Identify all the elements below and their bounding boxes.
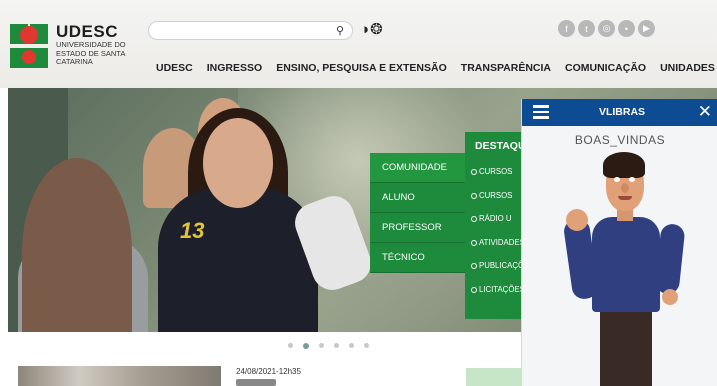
- news-thumbnail[interactable]: [18, 366, 221, 386]
- carousel-dots: [288, 343, 369, 349]
- close-icon[interactable]: ✕: [698, 102, 712, 122]
- carousel-dot[interactable]: [364, 343, 369, 348]
- news-title-snippet[interactable]: [236, 379, 276, 386]
- highlight-item[interactable]: LICITAÇÕES: [465, 278, 525, 302]
- menu-item-professor[interactable]: PROFESSOR: [370, 213, 465, 243]
- flickr-icon[interactable]: •: [618, 20, 635, 37]
- highlights-title: DESTAQUES: [475, 140, 540, 152]
- nav-item-ensino[interactable]: ENSINO, PESQUISA E EXTENSÃO: [276, 62, 447, 74]
- carousel-dot[interactable]: [334, 343, 339, 348]
- nav-item-unidades[interactable]: UNIDADES: [660, 62, 715, 74]
- news-date: 24/08/2021-12h35: [236, 367, 301, 376]
- globe-icon[interactable]: ❂: [370, 21, 384, 38]
- highlights-menu: DESTAQUES CURSOS CURSOS RÁDIO U ATIVIDAD…: [465, 132, 540, 319]
- highlight-item[interactable]: ATIVIDADES: [465, 231, 525, 255]
- udesc-logo[interactable]: UDESC UNIVERSIDADE DO ESTADO DE SANTA CA…: [10, 20, 126, 72]
- logo-title: UDESC: [56, 22, 119, 41]
- highlight-item[interactable]: CURSOS: [465, 184, 525, 208]
- carousel-dot[interactable]: [319, 343, 324, 348]
- site-header: UDESC UNIVERSIDADE DO ESTADO DE SANTA CA…: [0, 0, 717, 88]
- vlibras-header: VLIBRAS ✕: [522, 99, 717, 126]
- carousel-dot[interactable]: [288, 343, 293, 348]
- highlight-item[interactable]: RÁDIO U: [465, 207, 525, 231]
- facebook-icon[interactable]: f: [558, 20, 575, 37]
- nav-item-transparencia[interactable]: TRANSPARÊNCIA: [461, 62, 551, 74]
- instagram-icon[interactable]: ◎: [598, 20, 615, 37]
- nav-item-udesc[interactable]: UDESC: [156, 62, 193, 74]
- vlibras-word: BOAS_VINDAS: [574, 133, 666, 147]
- menu-item-comunidade[interactable]: COMUNIDADE: [370, 153, 465, 183]
- search-input[interactable]: ⚲: [148, 21, 353, 40]
- highlight-item[interactable]: CURSOS: [465, 160, 525, 184]
- side-banner[interactable]: [466, 368, 526, 386]
- jacket-number: 13: [180, 218, 205, 243]
- main-nav: UDESC INGRESSO ENSINO, PESQUISA E EXTENS…: [156, 62, 715, 74]
- logo-mark-icon: [10, 24, 50, 68]
- twitter-icon[interactable]: t: [578, 20, 595, 37]
- logo-subtitle: UNIVERSIDADE DO ESTADO DE SANTA CATARINA: [56, 40, 126, 66]
- vlibras-panel: VLIBRAS ✕ BOAS_VINDAS: [521, 99, 717, 386]
- carousel-dot-active[interactable]: [303, 343, 309, 349]
- accessibility-icons: ◑❂: [360, 20, 384, 38]
- hamburger-menu-icon[interactable]: [533, 105, 549, 119]
- highlight-item[interactable]: PUBLICAÇÕES: [465, 254, 525, 278]
- vlibras-title: VLIBRAS: [598, 106, 646, 118]
- search-icon[interactable]: ⚲: [336, 24, 344, 37]
- menu-item-tecnico[interactable]: TÉCNICO: [370, 243, 465, 273]
- contrast-icon[interactable]: ◑: [360, 21, 370, 38]
- profile-menu: COMUNIDADE ALUNO PROFESSOR TÉCNICO: [370, 153, 465, 273]
- nav-item-ingresso[interactable]: INGRESSO: [207, 62, 262, 74]
- social-links: f t ◎ • ▶: [558, 20, 655, 37]
- menu-item-aluno[interactable]: ALUNO: [370, 183, 465, 213]
- carousel-dot[interactable]: [349, 343, 354, 348]
- youtube-icon[interactable]: ▶: [638, 20, 655, 37]
- nav-item-comunicacao[interactable]: COMUNICAÇÃO: [565, 62, 646, 74]
